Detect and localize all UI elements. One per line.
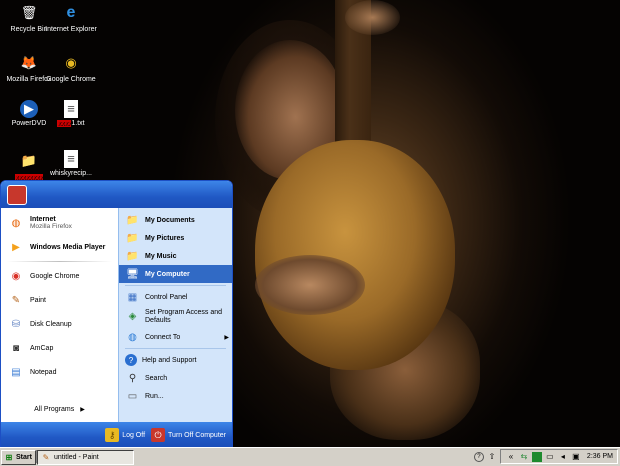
help-icon: ? <box>125 354 137 366</box>
wallpaper-hand <box>345 0 400 35</box>
recent-amcap[interactable]: ◙ AmCap <box>1 336 118 360</box>
volume-icon[interactable]: ◂ <box>558 452 568 462</box>
my-music-icon: 📁 <box>126 250 139 262</box>
powerdvd-icon: ▶ <box>20 100 38 118</box>
desktop-icon-internet-explorer[interactable]: e Internet Explorer <box>42 2 100 34</box>
places-my-pictures[interactable]: 📁 My Pictures <box>119 229 232 247</box>
arrow-up-icon[interactable]: ⇧ <box>487 452 497 462</box>
log-off-button[interactable]: ⚷ Log Off <box>105 428 145 442</box>
places-my-music[interactable]: 📁 My Music <box>119 247 232 265</box>
arrow-right-icon: ▶ <box>80 406 85 413</box>
document-icon: ≡ <box>64 150 78 168</box>
pinned-internet-title: Internet <box>30 216 56 223</box>
start-menu-footer: ⚷ Log Off ⏻ Turn Off Computer <box>1 422 232 448</box>
clock[interactable]: 2:36 PM <box>587 453 613 460</box>
chrome-icon: ◉ <box>11 270 21 282</box>
chrome-icon: ◉ <box>65 55 77 70</box>
disk-cleanup-icon: ⛁ <box>11 318 21 330</box>
recent-paint[interactable]: ✎ Paint <box>1 288 118 312</box>
pinned-media-player[interactable]: ▶ Windows Media Player <box>1 235 118 259</box>
power-icon: ⏻ <box>151 428 166 442</box>
key-icon: ⚷ <box>105 428 120 442</box>
start-menu-left-pane: ◍ Internet Mozilla Firefox ▶ Windows Medi… <box>1 208 119 422</box>
my-pictures-icon: 📁 <box>126 232 139 244</box>
places-my-computer[interactable]: 🖥 My Computer <box>119 265 232 283</box>
wallpaper-guitar-body <box>255 140 455 370</box>
antivirus-icon[interactable] <box>531 451 542 462</box>
divider <box>125 285 226 286</box>
run-icon: ▭ <box>127 390 138 402</box>
start-menu-right-pane: 📁 My Documents 📁 My Pictures 📁 My Music … <box>119 208 232 422</box>
wallpaper-arm <box>255 255 365 315</box>
pinned-internet-subtitle: Mozilla Firefox <box>30 223 72 230</box>
connect-to-item[interactable]: ◍ Connect To ▶ <box>119 328 232 346</box>
all-programs-button[interactable]: All Programs ▶ <box>1 400 118 418</box>
chevron-left-icon[interactable]: « <box>506 452 516 462</box>
folder-icon: 📁 <box>20 153 38 168</box>
amcap-icon: ◙ <box>12 342 20 354</box>
recent-disk-cleanup[interactable]: ⛁ Disk Cleanup <box>1 312 118 336</box>
recent-notepad[interactable]: ▤ Notepad <box>1 360 118 384</box>
control-panel-icon: ▦ <box>127 291 138 303</box>
connect-to-icon: ◍ <box>128 331 137 343</box>
help-icon[interactable]: ? <box>473 451 484 462</box>
desktop-icon-document[interactable]: ≡ whiskyrecip... <box>42 150 100 178</box>
control-panel-item[interactable]: ▦ Control Panel <box>119 288 232 306</box>
desktop-icon-text-file[interactable]: ≡ xxxx1.txt <box>42 100 100 128</box>
user-avatar[interactable] <box>7 184 27 205</box>
pinned-media-player-title: Windows Media Player <box>30 243 106 251</box>
paint-icon: ✎ <box>42 453 50 462</box>
start-button[interactable]: ⊞ Start <box>1 450 36 465</box>
run-item[interactable]: ▭ Run... <box>119 387 232 405</box>
text-file-icon: ≡ <box>64 100 78 118</box>
places-my-documents[interactable]: 📁 My Documents <box>119 211 232 229</box>
paint-icon: ✎ <box>11 294 21 306</box>
divider <box>125 348 226 349</box>
notepad-icon: ▤ <box>11 366 21 378</box>
taskbar-task-paint[interactable]: ✎ untitled - Paint <box>37 450 134 465</box>
my-computer-icon: 🖥 <box>126 268 139 280</box>
pinned-internet[interactable]: ◍ Internet Mozilla Firefox <box>1 211 118 235</box>
firefox-icon: 🦊 <box>20 55 38 70</box>
arrow-right-icon: ▶ <box>224 334 229 341</box>
search-item[interactable]: ⚲ Search <box>119 369 232 387</box>
program-access-item[interactable]: ◈ Set Program Access and Defaults <box>119 306 232 328</box>
internet-explorer-icon: e <box>66 4 76 21</box>
recent-chrome[interactable]: ◉ Google Chrome <box>1 264 118 288</box>
windows-logo-icon: ⊞ <box>5 453 13 462</box>
program-access-icon: ◈ <box>128 311 137 322</box>
system-tray: ? ⇧ « ⇆ ▭ ◂ ▣ 2:36 PM <box>471 449 618 464</box>
start-menu: ◍ Internet Mozilla Firefox ▶ Windows Medi… <box>0 180 233 449</box>
divider <box>7 261 112 262</box>
turn-off-button[interactable]: ⏻ Turn Off Computer <box>151 428 226 442</box>
help-support-item[interactable]: ? Help and Support <box>119 351 232 369</box>
my-documents-icon: 📁 <box>126 214 139 226</box>
search-icon: ⚲ <box>128 372 137 384</box>
media-player-icon: ▶ <box>12 241 20 253</box>
redacted-mark: xxxx <box>57 120 72 127</box>
firefox-icon: ◍ <box>11 217 21 229</box>
start-menu-header <box>1 181 232 208</box>
display-icon[interactable]: ▣ <box>571 452 581 462</box>
monitor-icon[interactable]: ▭ <box>545 452 555 462</box>
recycle-bin-icon: 🗑 <box>20 5 38 20</box>
network-icon[interactable]: ⇆ <box>519 452 529 462</box>
notification-area: « ⇆ ▭ ◂ ▣ 2:36 PM <box>499 449 618 464</box>
taskbar: ⊞ Start ✎ untitled - Paint ? ⇧ « ⇆ ▭ ◂ ▣… <box>0 447 620 466</box>
desktop-icon-chrome[interactable]: ◉ Google Chrome <box>42 52 100 84</box>
